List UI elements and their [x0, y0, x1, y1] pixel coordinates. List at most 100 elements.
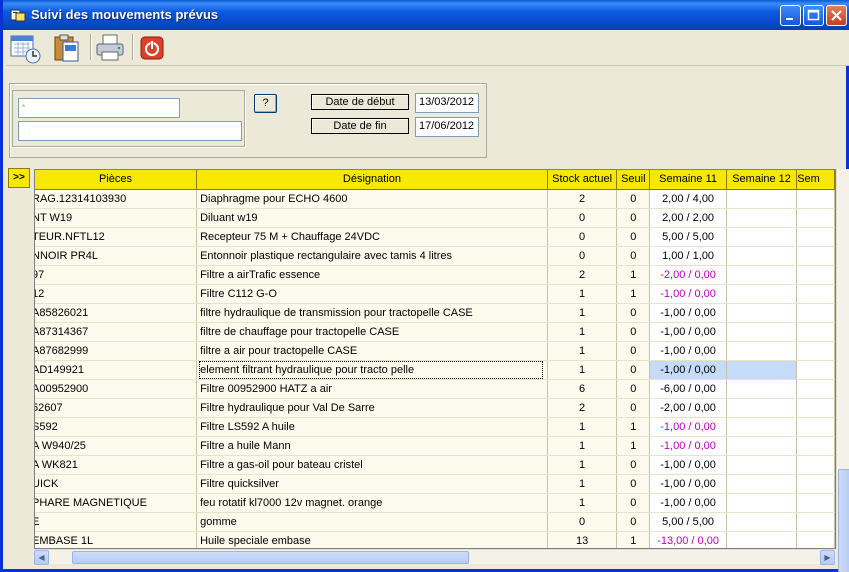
cell-stock[interactable]: 2 — [547, 189, 618, 209]
table-row[interactable]: A87682999 filtre a air pour tractopelle C… — [35, 341, 835, 361]
table-row[interactable]: UICKFiltre quicksilver10-1,00 / 0,00 — [35, 474, 835, 494]
cell-week12[interactable] — [726, 189, 798, 209]
cell-piece[interactable]: TEUR.NFTL12 — [35, 227, 198, 247]
cell-seuil[interactable]: 1 — [616, 265, 651, 285]
cell-designation[interactable]: Filtre C112 G-O — [196, 284, 548, 304]
cell-stock[interactable]: 2 — [547, 265, 618, 285]
cell-week11[interactable]: -1,00 / 0,00 — [649, 455, 727, 475]
cell-designation[interactable]: Huile speciale embase — [196, 531, 548, 548]
cell-designation[interactable]: Recepteur 75 M + Chauffage 24VDC — [196, 227, 548, 247]
paste-tool-button[interactable] — [50, 32, 82, 64]
cell-week13[interactable] — [796, 531, 835, 548]
cell-piece[interactable]: EMBASE 1L — [35, 531, 198, 548]
table-row[interactable]: A WK821 Filtre a gas-oil pour bateau cris… — [35, 455, 835, 475]
cell-seuil[interactable]: 0 — [616, 379, 651, 399]
cell-piece[interactable]: A85826021 — [35, 303, 198, 323]
table-row[interactable]: Egomme005,00 / 5,00 — [35, 512, 835, 532]
cell-week13[interactable] — [796, 474, 835, 494]
table-row[interactable]: PHARE MAGNETIQUE feu rotatif kl7000 12v m… — [35, 493, 835, 513]
cell-week11[interactable]: 2,00 / 4,00 — [649, 189, 727, 209]
cell-week11[interactable]: -1,00 / 0,00 — [649, 284, 727, 304]
cell-week13[interactable] — [796, 227, 835, 247]
cell-seuil[interactable]: 1 — [616, 417, 651, 437]
cell-seuil[interactable]: 0 — [616, 303, 651, 323]
table-row[interactable]: 52607 Filtre hydraulique pour Val De Sarr… — [35, 398, 835, 418]
cell-seuil[interactable]: 0 — [616, 322, 651, 342]
cell-seuil[interactable]: 0 — [616, 512, 651, 532]
cell-seuil[interactable]: 0 — [616, 455, 651, 475]
cell-week13[interactable] — [796, 398, 835, 418]
column-header-seuil[interactable]: Seuil — [616, 170, 651, 190]
cell-week13[interactable] — [796, 189, 835, 209]
cell-piece[interactable]: NT W19 — [35, 208, 198, 228]
cell-week11[interactable]: -1,00 / 0,00 — [649, 417, 727, 437]
cell-designation[interactable]: Diluant w19 — [196, 208, 548, 228]
cell-designation[interactable]: gomme — [196, 512, 548, 532]
table-row[interactable]: NT W19 Diluant w19 0 0 2,00 / 2,00 — [35, 208, 835, 228]
cell-seuil[interactable]: 0 — [616, 474, 651, 494]
cell-week13[interactable] — [796, 436, 835, 456]
close-button[interactable] — [826, 5, 847, 26]
column-header-week11[interactable]: Semaine 11 — [649, 170, 727, 190]
cell-piece[interactable]: UICK — [35, 474, 198, 494]
cell-seuil[interactable]: 0 — [616, 246, 651, 266]
cell-piece[interactable]: A00952900 — [35, 379, 198, 399]
cell-stock[interactable]: 1 — [547, 322, 618, 342]
table-row[interactable]: S592Filtre LS592 A huile11-1,00 / 0,00 — [35, 417, 835, 437]
cell-week13[interactable] — [796, 265, 835, 285]
cell-week13[interactable] — [796, 417, 835, 437]
cell-designation[interactable]: Filtre 00952900 HATZ a air — [196, 379, 548, 399]
cell-stock[interactable]: 1 — [547, 493, 618, 513]
cell-week11[interactable]: -1,00 / 0,00 — [649, 341, 727, 361]
table-row[interactable]: EMBASE 1L Huile speciale embase 13 1 -13,00 … — [35, 531, 835, 548]
cell-designation[interactable]: feu rotatif kl7000 12v magnet. orange — [196, 493, 548, 513]
table-row[interactable]: A87314367 filtre de chauffage pour tracto… — [35, 322, 835, 342]
cell-stock[interactable]: 1 — [547, 436, 618, 456]
table-row[interactable]: RAG.12314103930 Diaphragme pour ECHO 4600… — [35, 189, 835, 209]
movements-grid[interactable]: Pièces Désignation Stock actuel Seuil Se… — [34, 169, 836, 549]
cell-week12[interactable] — [726, 398, 798, 418]
cell-week13[interactable] — [796, 284, 835, 304]
end-date-input[interactable]: 17/06/2012 — [415, 117, 479, 137]
cell-week12[interactable] — [726, 360, 798, 380]
cell-week11[interactable]: -1,00 / 0,00 — [649, 474, 727, 494]
cell-stock[interactable]: 0 — [547, 246, 618, 266]
cell-designation[interactable]: Filtre quicksilver — [196, 474, 548, 494]
horizontal-scrollbar[interactable]: ◀ ▶ — [34, 549, 836, 565]
cell-stock[interactable]: 0 — [547, 208, 618, 228]
cell-designation[interactable]: element filtrant hydraulique pour tracto… — [196, 360, 548, 380]
cell-stock[interactable]: 1 — [547, 360, 618, 380]
cell-seuil[interactable]: 1 — [616, 436, 651, 456]
cell-week12[interactable] — [726, 531, 798, 548]
cell-week12[interactable] — [726, 208, 798, 228]
cell-stock[interactable]: 1 — [547, 341, 618, 361]
horizontal-scroll-thumb[interactable] — [72, 551, 469, 564]
scroll-left-button[interactable]: ◀ — [34, 550, 49, 565]
table-row[interactable]: 12Filtre C112 G-O11-1,00 / 0,00 — [35, 284, 835, 304]
calendar-tool-button[interactable] — [9, 32, 41, 64]
cell-stock[interactable]: 1 — [547, 455, 618, 475]
cell-week11[interactable]: -13,00 / 0,00 — [649, 531, 727, 548]
cell-week13[interactable] — [796, 360, 835, 380]
cell-week11[interactable]: 1,00 / 1,00 — [649, 246, 727, 266]
cell-designation[interactable]: filtre hydraulique de transmission pour … — [196, 303, 548, 323]
cell-stock[interactable]: 6 — [547, 379, 618, 399]
cell-seuil[interactable]: 0 — [616, 493, 651, 513]
cell-piece[interactable]: A87314367 — [35, 322, 198, 342]
column-header-pieces[interactable]: Pièces — [35, 170, 198, 190]
cell-designation[interactable]: Filtre LS592 A huile — [196, 417, 548, 437]
table-row[interactable]: 97Filtre a airTrafic essence21-2,00 / 0,… — [35, 265, 835, 285]
cell-stock[interactable]: 0 — [547, 227, 618, 247]
title-bar[interactable]: Suivi des mouvements prévus — [3, 0, 849, 30]
cell-piece[interactable]: 52607 — [35, 398, 198, 418]
cell-piece[interactable]: RAG.12314103930 — [35, 189, 198, 209]
cell-piece[interactable]: PHARE MAGNETIQUE — [35, 493, 198, 513]
print-button[interactable] — [94, 32, 126, 64]
quit-button[interactable] — [137, 32, 169, 64]
cell-week12[interactable] — [726, 474, 798, 494]
cell-stock[interactable]: 0 — [547, 512, 618, 532]
cell-seuil[interactable]: 0 — [616, 208, 651, 228]
cell-week12[interactable] — [726, 265, 798, 285]
cell-week11[interactable]: -2,00 / 0,00 — [649, 265, 727, 285]
cell-designation[interactable]: Diaphragme pour ECHO 4600 — [196, 189, 548, 209]
